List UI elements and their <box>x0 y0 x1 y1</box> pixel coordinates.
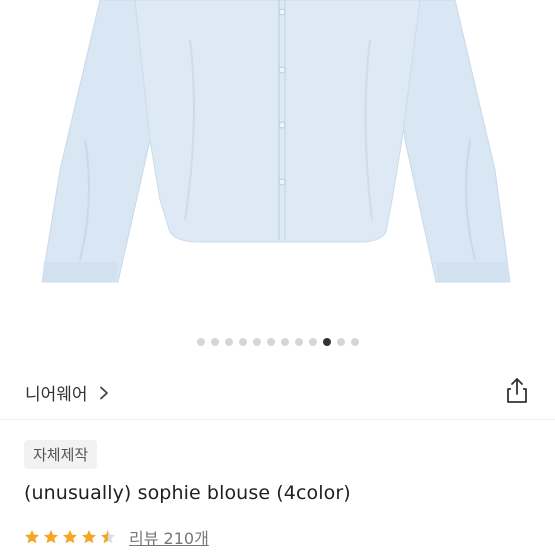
blouse-image <box>41 0 511 283</box>
pagination-dot[interactable] <box>224 338 233 346</box>
star-icon <box>82 530 96 544</box>
pagination-dot[interactable] <box>294 338 303 346</box>
chevron-right-icon <box>99 386 108 399</box>
pagination-dot[interactable] <box>336 338 345 346</box>
image-pagination <box>0 337 555 347</box>
product-title: (unusually) sophie blouse (4color) <box>24 482 351 504</box>
pagination-dot[interactable] <box>252 338 261 346</box>
pagination-dot[interactable] <box>196 338 205 346</box>
pagination-dot[interactable] <box>350 338 359 346</box>
product-tag: 자체제작 <box>24 440 98 469</box>
star-icon <box>44 530 58 544</box>
review-count-link[interactable]: 리뷰 210개 <box>129 525 209 549</box>
star-icon <box>25 530 39 544</box>
divider <box>0 419 555 420</box>
pagination-dot[interactable] <box>210 338 219 346</box>
star-icon <box>63 530 77 544</box>
pagination-dot[interactable] <box>308 338 317 346</box>
brand-link[interactable]: 니어웨어 <box>25 380 110 405</box>
pagination-dot-active[interactable] <box>322 338 331 346</box>
brand-name: 니어웨어 <box>25 385 88 405</box>
brand-row: 니어웨어 <box>0 372 555 412</box>
pagination-dot[interactable] <box>280 338 289 346</box>
share-icon[interactable] <box>505 376 529 404</box>
rating-row: 리뷰 210개 <box>24 526 209 548</box>
pagination-dot[interactable] <box>238 338 247 346</box>
pagination-dot[interactable] <box>266 338 275 346</box>
product-image[interactable] <box>0 0 555 330</box>
rating-stars <box>24 529 116 545</box>
star-icon <box>101 530 115 544</box>
